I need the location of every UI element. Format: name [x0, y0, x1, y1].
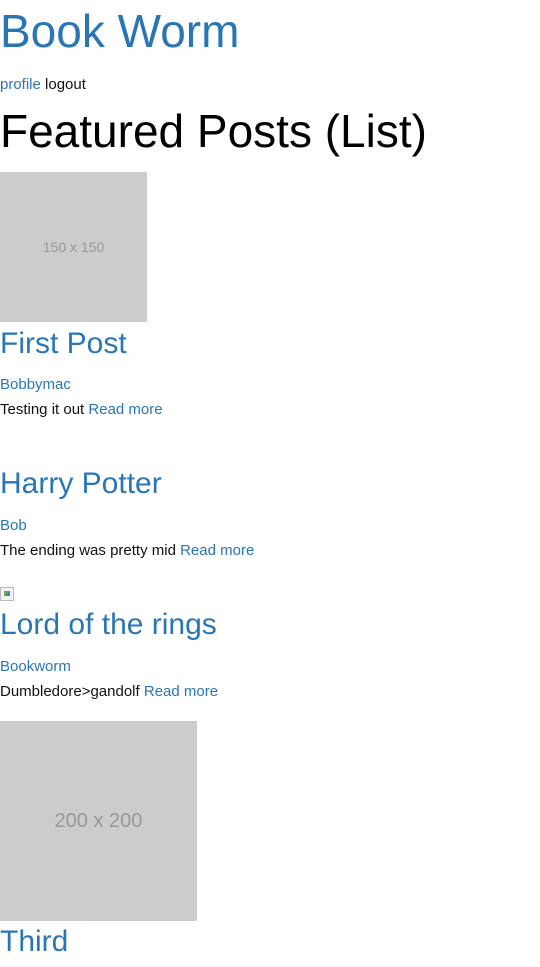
post-thumbnail-placeholder[interactable]: 150 x 150 [0, 172, 147, 322]
post-excerpt: Dumbledore>gandolf Read more [0, 682, 218, 702]
logout-link[interactable]: logout [45, 76, 86, 93]
page-title: Featured Posts (List) [0, 105, 427, 157]
post-title[interactable]: First Post [0, 326, 127, 362]
post-title[interactable]: Lord of the rings [0, 607, 217, 643]
post-excerpt-text: Testing it out [0, 401, 85, 418]
post-author-link[interactable]: Bookworm [0, 658, 71, 675]
post-title[interactable]: Third [0, 924, 68, 960]
post-excerpt: Testing it out Read more [0, 400, 163, 420]
read-more-link[interactable]: Read more [88, 401, 162, 418]
post-title[interactable]: Harry Potter [0, 466, 162, 502]
post-author-link[interactable]: Bob [0, 517, 27, 534]
post-thumbnail-placeholder[interactable]: 200 x 200 [0, 721, 197, 921]
profile-link[interactable]: profile [0, 76, 41, 93]
post-excerpt-text: Dumbledore>gandolf [0, 683, 140, 700]
post-author-link[interactable]: Bobbymac [0, 376, 71, 393]
post-excerpt: The ending was pretty mid Read more [0, 541, 254, 561]
read-more-link[interactable]: Read more [144, 683, 218, 700]
read-more-link[interactable]: Read more [180, 542, 254, 559]
broken-image-icon[interactable] [0, 587, 14, 601]
post-excerpt-text: The ending was pretty mid [0, 542, 176, 559]
site-title[interactable]: Book Worm [0, 4, 239, 58]
user-nav: profile logout [0, 75, 86, 95]
